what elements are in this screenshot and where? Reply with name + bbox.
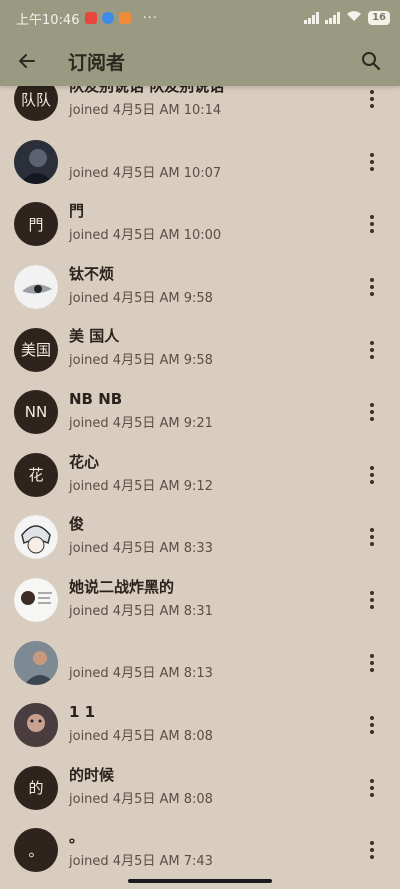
- arrow-left-icon: [19, 54, 35, 68]
- subscriber-row[interactable]: NN NB NB joined 4月5日 AM 9:21: [0, 381, 400, 444]
- subscriber-name: 1 1: [69, 702, 96, 721]
- avatar: 的: [14, 765, 58, 810]
- more-options-button[interactable]: [362, 773, 382, 803]
- joined-time: joined 4月5日 AM 9:58: [69, 290, 213, 306]
- status-indicators: 16: [304, 10, 390, 26]
- subscriber-row[interactable]: joined 4月5日 AM 10:07: [0, 131, 400, 194]
- subscriber-row[interactable]: 的 的时候 joined 4月5日 AM 8:08: [0, 757, 400, 820]
- joined-time: joined 4月5日 AM 10:07: [69, 165, 222, 181]
- more-options-button[interactable]: [362, 335, 382, 365]
- wifi-icon: [346, 10, 362, 26]
- avatar-photo: [14, 265, 58, 310]
- subscriber-name: 美 国人: [69, 327, 120, 346]
- more-options-button[interactable]: [362, 835, 382, 865]
- status-time: 上午10:46: [16, 12, 80, 28]
- signal-icon: [325, 12, 341, 24]
- notification-app-icon: [119, 12, 132, 24]
- more-options-button[interactable]: [362, 84, 382, 114]
- avatar: 門: [14, 202, 58, 247]
- subscriber-row[interactable]: 。 。 joined 4月5日 AM 7:43: [0, 819, 400, 882]
- avatar: 。: [14, 828, 58, 873]
- more-options-button[interactable]: [362, 648, 382, 678]
- more-options-button[interactable]: [362, 209, 382, 239]
- app-bar: 订阅者: [0, 36, 400, 86]
- subscriber-row[interactable]: 钛不烦 joined 4月5日 AM 9:58: [0, 256, 400, 319]
- more-notifications-icon: ···: [142, 10, 158, 26]
- signal-icon: [304, 12, 320, 24]
- subscriber-row[interactable]: 她说二战炸黑的 joined 4月5日 AM 8:31: [0, 569, 400, 632]
- subscriber-name: 的时候: [69, 765, 115, 784]
- joined-time: joined 4月5日 AM 8:08: [69, 728, 213, 744]
- joined-time: joined 4月5日 AM 8:08: [69, 791, 213, 807]
- joined-time: joined 4月5日 AM 8:13: [69, 666, 213, 682]
- more-options-button[interactable]: [362, 585, 382, 615]
- notification-app-icon: [102, 12, 115, 24]
- subscriber-row[interactable]: 俊 joined 4月5日 AM 8:33: [0, 506, 400, 569]
- subscriber-name: 俊: [69, 515, 85, 534]
- subscriber-row[interactable]: 門 門 joined 4月5日 AM 10:00: [0, 193, 400, 256]
- subscriber-row[interactable]: 1 1 joined 4月5日 AM 8:08: [0, 694, 400, 757]
- avatar-photo: [14, 578, 58, 623]
- subscriber-row[interactable]: 花 花心 joined 4月5日 AM 9:12: [0, 444, 400, 507]
- subscriber-name: NB NB: [69, 389, 123, 408]
- subscriber-name: 。: [69, 828, 85, 847]
- status-bar: 上午10:46 ··· 16: [0, 0, 400, 36]
- notification-app-icon: [85, 12, 98, 24]
- search-icon: [362, 52, 381, 71]
- avatar: NN: [14, 390, 58, 435]
- subscriber-list: 队队 队友别说话 队友别说话 joined 4月5日 AM 10:14 join…: [0, 68, 400, 882]
- back-button[interactable]: [10, 44, 44, 78]
- joined-time: joined 4月5日 AM 10:14: [69, 103, 222, 118]
- more-options-button[interactable]: [362, 522, 382, 552]
- avatar: 美国: [14, 327, 58, 372]
- joined-time: joined 4月5日 AM 9:12: [69, 478, 213, 494]
- joined-time: joined 4月5日 AM 8:33: [69, 541, 213, 557]
- avatar-photo: [14, 703, 58, 748]
- more-options-button[interactable]: [362, 460, 382, 490]
- joined-time: joined 4月5日 AM 9:21: [69, 415, 213, 431]
- subscriber-name: 門: [69, 202, 85, 221]
- more-options-button[interactable]: [362, 710, 382, 740]
- joined-time: joined 4月5日 AM 10:00: [69, 228, 222, 244]
- battery-icon: 16: [368, 11, 390, 25]
- subscriber-name: 花心: [69, 452, 100, 471]
- subscriber-row[interactable]: 美国 美 国人 joined 4月5日 AM 9:58: [0, 318, 400, 381]
- avatar-photo: [14, 139, 58, 184]
- avatar-photo: [14, 640, 58, 685]
- subscriber-name: [69, 639, 213, 659]
- search-button[interactable]: [354, 44, 388, 78]
- subscriber-name: 她说二战炸黑的: [69, 577, 175, 596]
- more-options-button[interactable]: [362, 272, 382, 302]
- joined-time: joined 4月5日 AM 8:31: [69, 603, 213, 619]
- subscriber-name: [69, 139, 221, 159]
- more-options-button[interactable]: [362, 397, 382, 427]
- screen: 上午10:46 ··· 16 订阅者 队队 队友别说话 队友别说话 joined…: [0, 0, 400, 889]
- avatar: 花: [14, 452, 58, 497]
- home-indicator[interactable]: [128, 879, 272, 883]
- subscriber-row[interactable]: joined 4月5日 AM 8:13: [0, 631, 400, 694]
- subscriber-name: 钛不烦: [69, 264, 115, 283]
- avatar-photo: [14, 515, 58, 560]
- more-options-button[interactable]: [362, 147, 382, 177]
- joined-time: joined 4月5日 AM 9:58: [69, 353, 213, 369]
- page-title: 订阅者: [68, 51, 126, 74]
- joined-time: joined 4月5日 AM 7:43: [69, 854, 213, 870]
